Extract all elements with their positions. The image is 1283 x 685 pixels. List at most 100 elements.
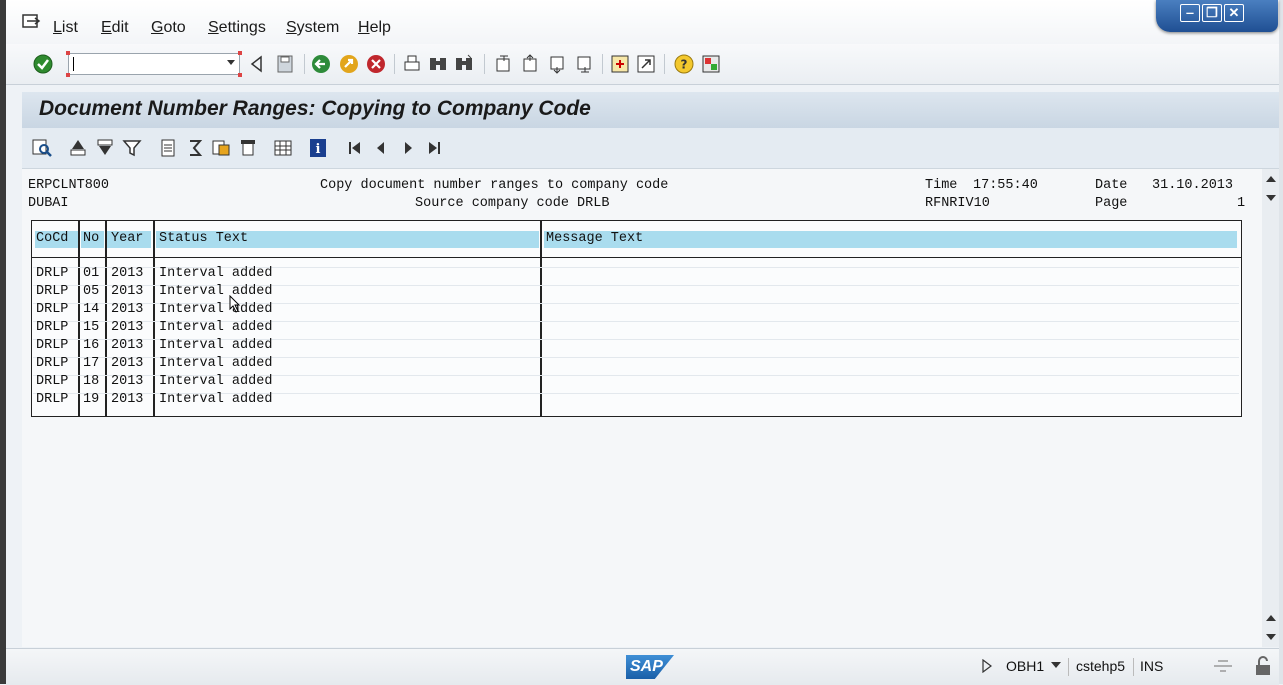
find-icon[interactable] <box>427 53 449 75</box>
command-field[interactable] <box>66 51 242 77</box>
cell-status-text: Interval added <box>159 284 273 299</box>
time-label: Time <box>925 178 958 193</box>
first-page-icon[interactable] <box>492 53 514 75</box>
results-table: CoCd No Year Status Text Message Text DR… <box>31 220 1242 417</box>
menu-list[interactable]: List <box>53 19 78 37</box>
column-header-message-text[interactable]: Message Text <box>546 231 643 246</box>
scroll-down-icon[interactable] <box>1266 195 1276 201</box>
print-icon[interactable] <box>401 53 423 75</box>
minimize-button[interactable]: ‒ <box>1180 4 1200 22</box>
page-title: Document Number Ranges: Copying to Compa… <box>39 97 591 120</box>
status-toggle-icon[interactable] <box>982 659 992 673</box>
system-toolbar: ? <box>6 44 1279 85</box>
sort-ascending-icon[interactable] <box>67 137 89 159</box>
scroll-page-down-icon[interactable] <box>1266 634 1276 640</box>
column-header-cocd[interactable]: CoCd <box>36 231 68 246</box>
first-record-icon[interactable] <box>344 137 366 159</box>
date-value: 31.10.2013 <box>1152 178 1234 193</box>
connection-icon <box>1214 660 1232 672</box>
chevron-down-icon[interactable] <box>227 60 235 65</box>
menu-edit[interactable]: Edit <box>101 19 129 37</box>
restore-button[interactable]: ❐ <box>1202 4 1222 22</box>
cell-year: 2013 <box>111 284 144 299</box>
cell-year: 2013 <box>111 302 144 317</box>
export-icon[interactable] <box>210 137 232 159</box>
next-record-icon[interactable] <box>397 137 419 159</box>
previous-page-icon[interactable] <box>519 53 541 75</box>
report-list-area: ERPCLNT800 DUBAI Copy document number ra… <box>22 169 1262 647</box>
cell-no: 19 <box>83 392 100 407</box>
exit-icon[interactable] <box>338 53 360 75</box>
application-toolbar: i <box>22 128 1279 169</box>
back-icon[interactable] <box>310 53 332 75</box>
cell-cocd: DRLP <box>36 320 69 335</box>
chevron-down-icon[interactable] <box>1051 662 1061 669</box>
menu-bar: List Edit Goto Settings System Help <box>6 0 1279 44</box>
customize-layout-icon[interactable] <box>700 53 722 75</box>
scroll-page-up-icon[interactable] <box>1266 615 1276 621</box>
cell-status-text: Interval added <box>159 338 273 353</box>
help-icon[interactable]: ? <box>673 53 695 75</box>
column-header-status-text[interactable]: Status Text <box>159 231 248 246</box>
cell-status-text: Interval added <box>159 374 273 389</box>
filter-icon[interactable] <box>121 137 143 159</box>
cell-no: 18 <box>83 374 100 389</box>
subtotal-icon[interactable] <box>184 137 206 159</box>
screen-title-bar: Document Number Ranges: Copying to Compa… <box>22 92 1279 128</box>
shortcut-icon[interactable] <box>635 53 657 75</box>
cell-year: 2013 <box>111 266 144 281</box>
scroll-up-icon[interactable] <box>1266 176 1276 182</box>
cell-year: 2013 <box>111 374 144 389</box>
details-magnifier-icon[interactable] <box>31 137 53 159</box>
cell-cocd: DRLP <box>36 392 69 407</box>
cancel-icon[interactable] <box>365 53 387 75</box>
column-header-no[interactable]: No <box>83 231 99 246</box>
menu-help[interactable]: Help <box>358 19 391 37</box>
report-heading: Copy document number ranges to company c… <box>320 178 669 193</box>
information-icon[interactable]: i <box>307 137 329 159</box>
find-next-icon[interactable] <box>453 53 475 75</box>
cell-no: 15 <box>83 320 100 335</box>
cell-no: 01 <box>83 266 100 281</box>
cell-cocd: DRLP <box>36 266 69 281</box>
column-header-year[interactable]: Year <box>111 231 143 246</box>
cell-no: 05 <box>83 284 100 299</box>
cell-status-text: Interval added <box>159 356 273 371</box>
server-name: cstehp5 <box>1076 658 1126 674</box>
column-divider <box>540 221 542 416</box>
total-icon[interactable] <box>157 137 179 159</box>
time-value: 17:55:40 <box>973 178 1038 193</box>
column-divider <box>78 221 80 416</box>
input-mode[interactable]: INS <box>1140 658 1163 674</box>
cell-no: 14 <box>83 302 100 317</box>
last-page-icon[interactable] <box>573 53 595 75</box>
cell-year: 2013 <box>111 392 144 407</box>
svg-text:i: i <box>316 142 321 157</box>
next-page-icon[interactable] <box>546 53 568 75</box>
last-record-icon[interactable] <box>423 137 445 159</box>
enter-check-icon[interactable] <box>32 53 54 75</box>
cell-no: 17 <box>83 356 100 371</box>
page-value: 1 <box>1237 196 1246 211</box>
sort-descending-icon[interactable] <box>94 137 116 159</box>
menu-goto[interactable]: Goto <box>151 19 186 37</box>
lock-icon <box>1256 656 1270 675</box>
cell-status-text: Interval added <box>159 320 273 335</box>
previous-record-icon[interactable] <box>370 137 392 159</box>
print-preview-icon[interactable] <box>237 137 259 159</box>
system-name: ERPCLNT800 <box>28 178 110 193</box>
save-icon[interactable] <box>274 53 296 75</box>
window-frame-left <box>0 0 6 684</box>
vertical-scrollbar[interactable] <box>1262 169 1279 647</box>
close-button[interactable]: ✕ <box>1224 4 1244 22</box>
page-label: Page <box>1095 196 1128 211</box>
menu-system[interactable]: System <box>286 19 339 37</box>
menu-icon[interactable] <box>22 13 42 31</box>
cell-cocd: DRLP <box>36 356 69 371</box>
layout-grid-icon[interactable] <box>272 137 294 159</box>
cell-status-text: Interval added <box>159 266 273 281</box>
column-divider <box>153 221 155 416</box>
create-session-icon[interactable] <box>609 53 631 75</box>
back-triangle-icon[interactable] <box>246 53 268 75</box>
menu-settings[interactable]: Settings <box>208 19 266 37</box>
